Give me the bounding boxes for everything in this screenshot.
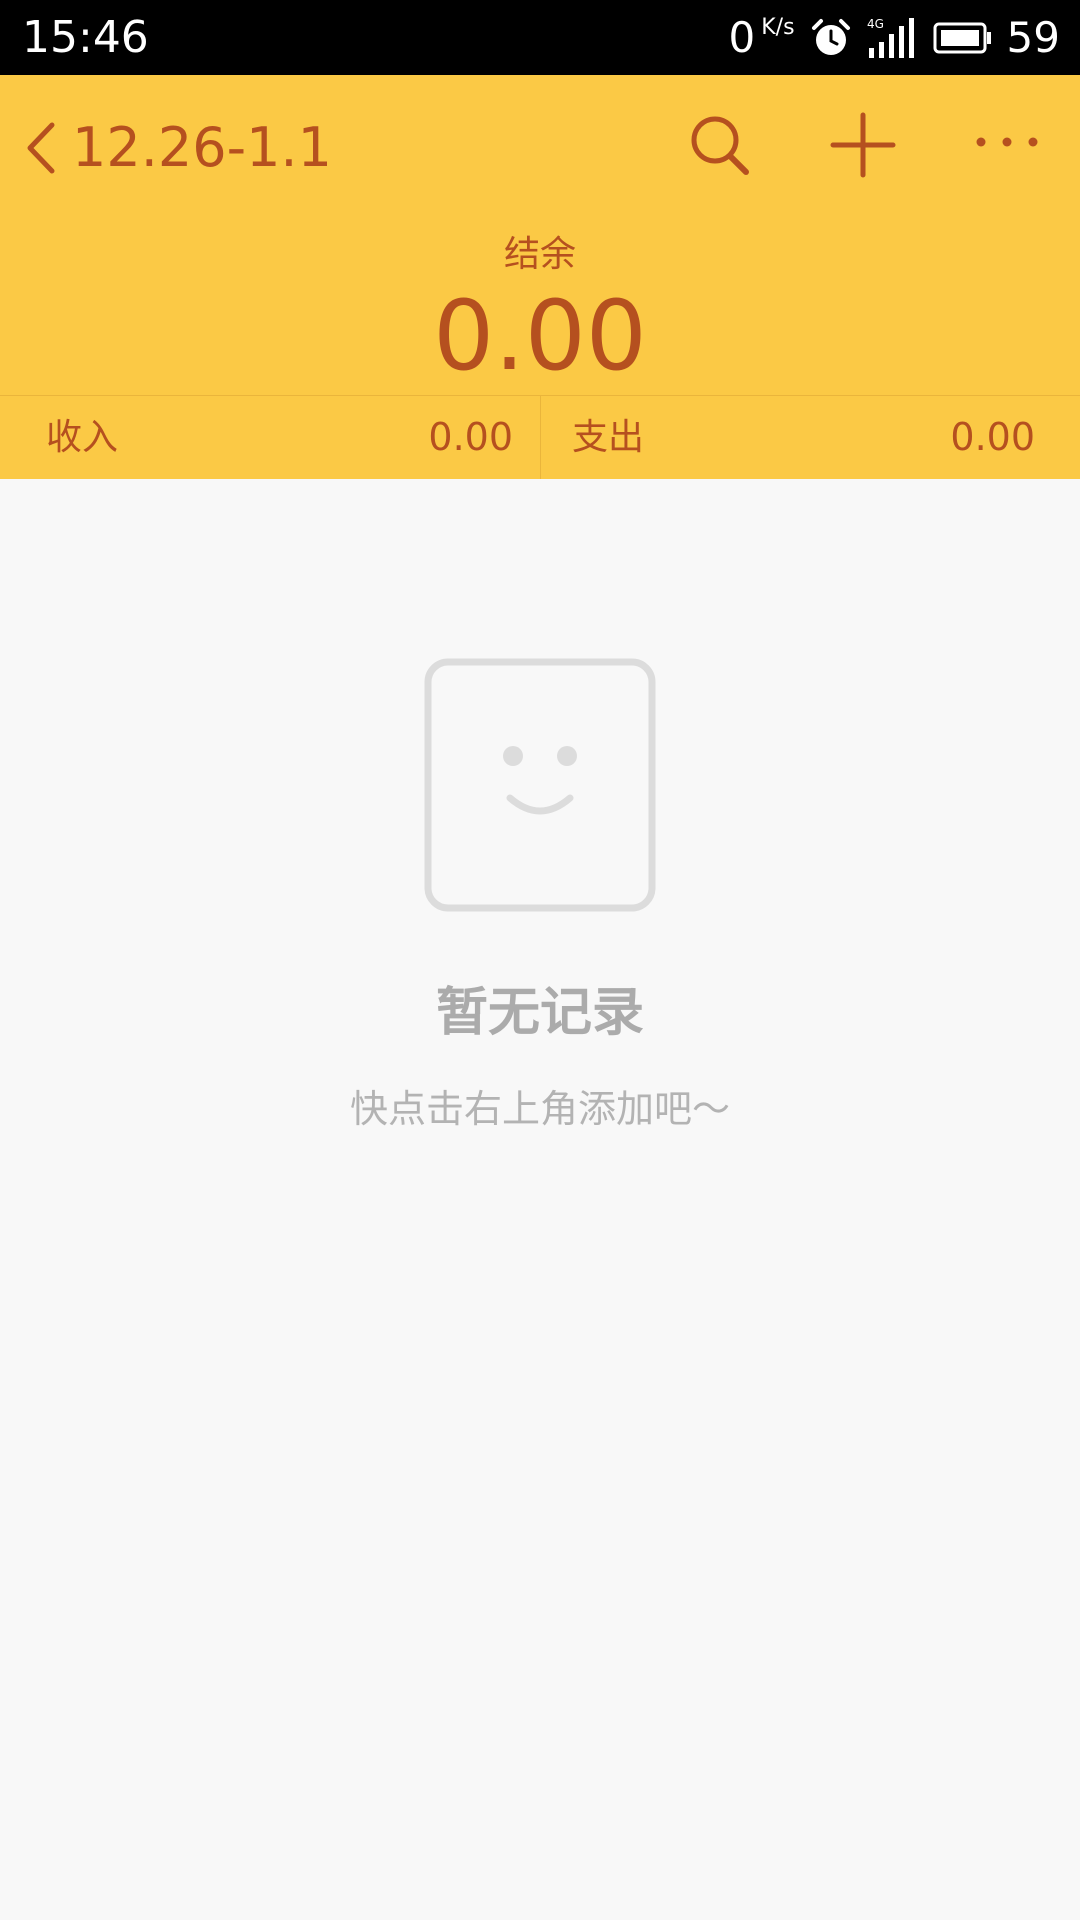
plus-icon[interactable] (823, 105, 903, 185)
battery-level: 59 (1006, 13, 1060, 62)
status-icons: 0 K/s 4G 59 (729, 0, 1061, 75)
smiley-icon (424, 658, 656, 912)
signal-4g-icon: 4G (867, 17, 914, 58)
network-speed-unit: K/s (761, 15, 795, 40)
income-label: 收入 (46, 417, 119, 458)
network-speed: 0 K/s (729, 13, 795, 62)
status-time: 15:46 (22, 12, 149, 63)
expense-value: 0.00 (950, 415, 1035, 459)
more-icon[interactable] (967, 105, 1047, 185)
network-speed-value: 0 (728, 13, 756, 62)
back-icon[interactable] (20, 113, 60, 183)
signal-4g-label: 4G (867, 17, 884, 31)
expense-summary: 支出 0.00 (540, 396, 1080, 479)
empty-state-subtitle: 快点击右上角添加吧～ (349, 1087, 730, 1131)
page-title[interactable]: 12.26-1.1 (72, 110, 332, 186)
income-summary: 收入 0.00 (0, 396, 540, 479)
income-value: 0.00 (428, 415, 513, 459)
summary-header: 12.26-1.1 结余 0.00 收入 0.00 支出 0.00 (0, 75, 1080, 479)
status-bar: 15:46 0 K/s 4G 59 (0, 0, 1080, 75)
balance-label: 结余 (503, 234, 576, 275)
empty-state-title: 暂无记录 (435, 983, 644, 1043)
expense-label: 支出 (572, 417, 645, 458)
battery-icon (933, 22, 991, 53)
alarm-icon (811, 18, 850, 55)
balance-value: 0.00 (433, 280, 647, 392)
search-icon[interactable] (680, 105, 760, 185)
